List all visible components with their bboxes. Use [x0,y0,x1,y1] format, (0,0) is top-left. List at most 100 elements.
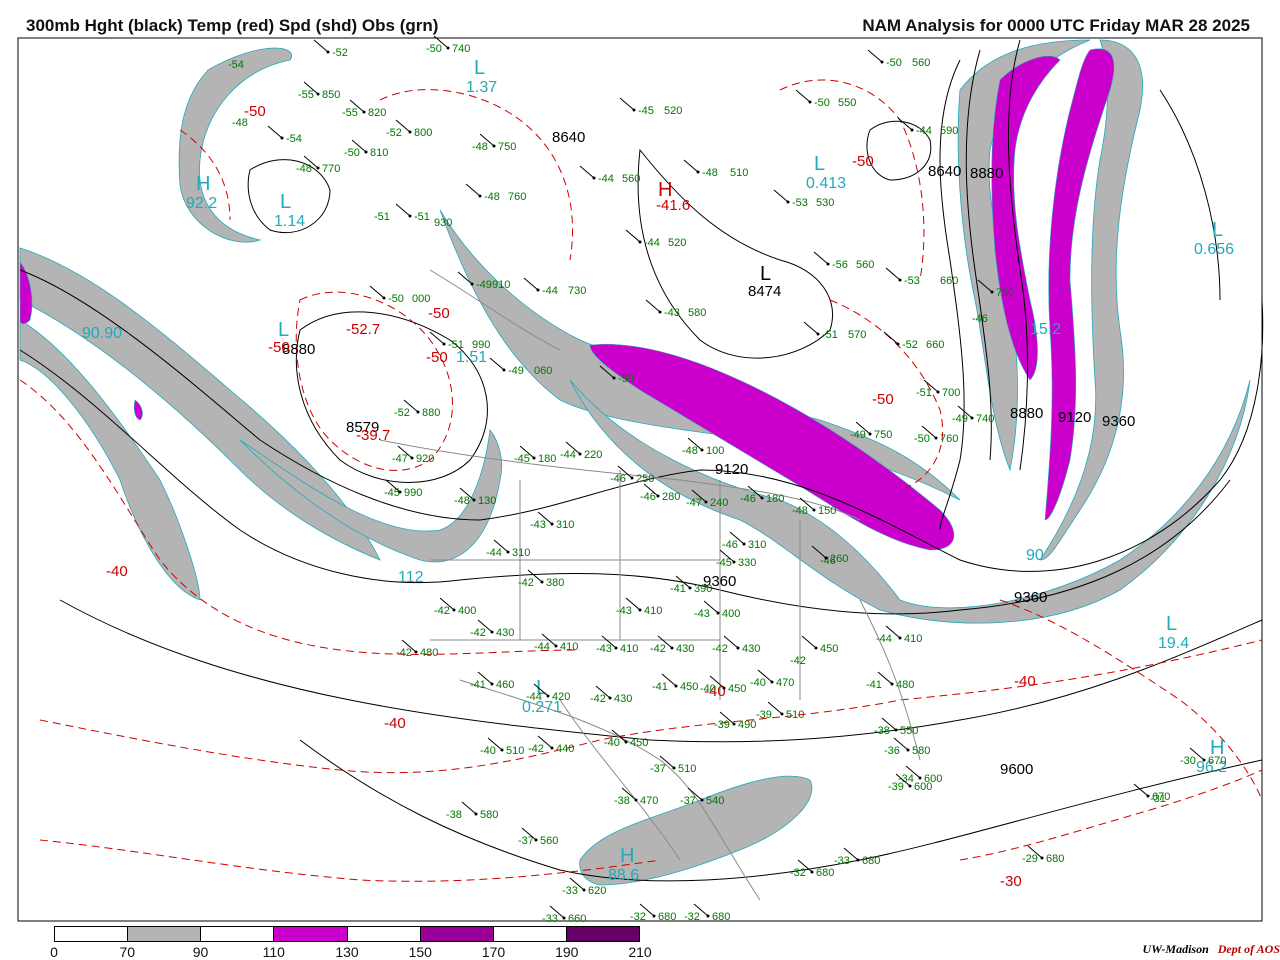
station-ob: 130 [478,495,496,507]
credit-org: UW-Madison [1142,942,1209,956]
station-ob: -48 [484,191,500,203]
station-ob: -47 [392,453,408,465]
station-ob: -43 [616,605,632,617]
station-ob: 510 [678,763,696,775]
speed-label: 0.413 [806,175,846,192]
station-ob: -48 [296,163,312,175]
speed-label: 112 [398,569,424,586]
station-ob: 470 [640,795,658,807]
speed-colorbar [54,926,640,942]
temp-label: -50 [426,349,448,366]
station-ob: 490 [738,719,756,731]
extremum-letter: H [196,173,210,195]
colorbar-segment [55,927,129,941]
station-ob: -50 [426,43,442,55]
station-ob: -50 [388,293,404,305]
station-ob: 410 [560,641,578,653]
station-ob: -42 [528,743,544,755]
speed-label: 19.4 [1158,635,1189,652]
temp-label: -50 [428,305,450,322]
wind-barb [883,331,899,345]
station-ob: -39 [756,709,772,721]
station-ob: 240 [710,497,728,509]
station-ob: 680 [816,867,834,879]
station-ob: 510 [730,167,748,179]
station-ob: -37 [650,763,666,775]
wind-barb [489,357,505,371]
station-ob: 760 [940,433,958,445]
station-ob: 540 [706,795,724,807]
station-ob: 580 [688,307,706,319]
station-ob: -39 [714,719,730,731]
station-ob: -42 [712,643,728,655]
station-ob: 580 [480,809,498,821]
speed-label: 92.2 [186,195,217,212]
station-ob: 280 [662,491,680,503]
colorbar-tick: 150 [408,944,432,960]
station-ob: 560 [856,259,874,271]
extremum-letter: L [1166,613,1177,635]
station-ob: -51 [916,387,932,399]
station-ob: -32 [790,867,806,879]
colorbar-segment [201,927,275,941]
station-ob: 310 [748,539,766,551]
wind-barb [619,97,635,111]
colorbar-tick: 110 [262,944,285,960]
height-label: 9120 [1058,409,1091,426]
extremum-letter: H [620,845,634,867]
station-ob: -44 [526,691,542,703]
extremum-letter: L [280,191,291,213]
station-ob: -50 [886,57,902,69]
station-ob: -41 [670,583,686,595]
station-ob: 180 [538,453,556,465]
station-ob: -51 [414,211,430,223]
weather-map: 8640 8640 8880 9120 8474 8880 8579 9120 … [17,35,1264,925]
station-ob: 670 [1152,791,1170,803]
speed-label: 88.6 [608,867,639,884]
station-ob: -43 [530,519,546,531]
wind-barb [523,277,539,291]
station-ob: 550 [838,97,856,109]
wind-barb [813,251,829,265]
station-ob: 430 [742,643,760,655]
station-ob: -46 [722,539,738,551]
station-ob: -56 [832,259,848,271]
station-ob: 480 [896,679,914,691]
extremum-letter: L [760,263,771,285]
station-ob: -46 [972,313,988,325]
station-ob: -39 [888,781,904,793]
station-ob: 990 [404,487,422,499]
station-ob: 700 [942,387,960,399]
station-ob: -44 [560,449,576,461]
station-ob: -44 [542,285,558,297]
station-ob: -51 [448,339,464,351]
station-ob: 450 [630,737,648,749]
station-ob: 420 [552,691,570,703]
station-ob: -48 [682,445,698,457]
colorbar-tick: 170 [481,944,506,960]
station-ob: -38 [874,725,890,737]
height-label: 9360 [1014,589,1047,606]
station-ob: -51 [822,329,838,341]
station-ob: -55 [298,89,314,101]
station-ob: -41 [652,681,668,693]
station-ob: 750 [498,141,516,153]
station-ob: 060 [534,365,552,377]
speed-label: 1.14 [274,213,305,230]
colorbar-tick: 70 [119,944,136,960]
station-ob: -52 [332,47,348,59]
colorbar-tick: 0 [50,944,58,960]
station-ob: -43 [694,608,710,620]
height-label: 9600 [1000,761,1033,778]
station-ob: -40 [700,683,716,695]
wind-barb [867,49,883,63]
credit-dept: Dept of AOS [1217,942,1280,956]
station-ob: 410 [904,633,922,645]
station-ob: 260 [830,553,848,565]
station-ob: 400 [458,605,476,617]
station-ob: -50 [914,433,930,445]
station-ob: 380 [546,577,564,589]
station-ob: 510 [506,745,524,757]
station-ob: -49 [850,429,866,441]
station-ob: -53 [904,275,920,287]
